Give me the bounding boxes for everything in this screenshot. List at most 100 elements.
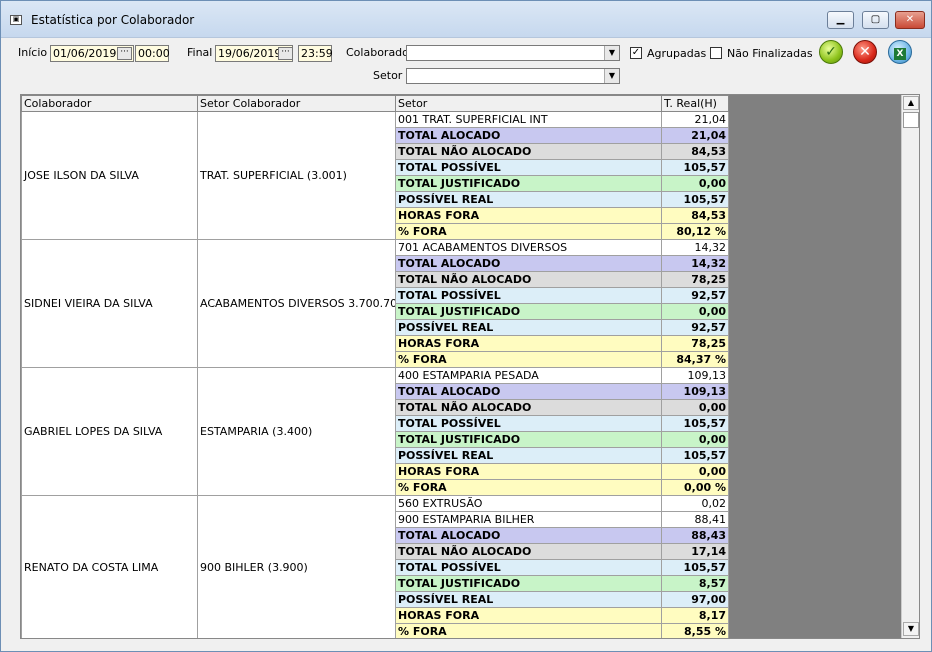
setor-cell[interactable]: POSSÍVEL REAL — [395, 191, 662, 208]
colaborador-cell[interactable]: RENATO DA COSTA LIMA — [21, 495, 198, 638]
setor-cell[interactable]: % FORA — [395, 479, 662, 496]
colaborador-cell[interactable]: SIDNEI VIEIRA DA SILVA — [21, 239, 198, 368]
t-real-cell[interactable]: 105,57 — [661, 415, 729, 432]
setor-cell[interactable]: TOTAL POSSÍVEL — [395, 415, 662, 432]
setor-cell[interactable]: HORAS FORA — [395, 335, 662, 352]
t-real-cell[interactable]: 8,17 — [661, 607, 729, 624]
t-real-cell[interactable]: 78,25 — [661, 335, 729, 352]
setor-cell[interactable]: TOTAL JUSTIFICADO — [395, 175, 662, 192]
t-real-cell[interactable]: 14,32 — [661, 239, 729, 256]
maximize-button[interactable]: ▢ — [862, 11, 889, 29]
final-time-field[interactable]: 23:59 — [298, 45, 333, 62]
t-real-cell[interactable]: 0,00 % — [661, 479, 729, 496]
t-real-cell[interactable]: 84,53 — [661, 207, 729, 224]
nao-finalizadas-checkbox[interactable] — [710, 47, 722, 59]
setor-cell[interactable]: 400 ESTAMPARIA PESADA — [395, 367, 662, 384]
cancel-x-icon[interactable]: ✕ — [853, 40, 877, 64]
setor-cell[interactable]: TOTAL POSSÍVEL — [395, 287, 662, 304]
scroll-down-icon[interactable]: ▼ — [903, 622, 919, 636]
inicio-date-picker-button[interactable]: ··· — [117, 47, 132, 60]
setor-cell[interactable]: 701 ACABAMENTOS DIVERSOS — [395, 239, 662, 256]
setor-colaborador-cell[interactable]: ESTAMPARIA (3.400) — [197, 367, 396, 496]
t-real-cell[interactable]: 14,32 — [661, 255, 729, 272]
t-real-cell[interactable]: 8,55 % — [661, 623, 729, 638]
setor-cell[interactable]: TOTAL NÃO ALOCADO — [395, 271, 662, 288]
t-real-cell[interactable]: 105,57 — [661, 447, 729, 464]
setor-cell[interactable]: TOTAL POSSÍVEL — [395, 159, 662, 176]
setor-cell[interactable]: TOTAL JUSTIFICADO — [395, 575, 662, 592]
setor-cell[interactable]: POSSÍVEL REAL — [395, 591, 662, 608]
t-real-cell[interactable]: 0,00 — [661, 175, 729, 192]
setor-cell[interactable]: TOTAL ALOCADO — [395, 255, 662, 272]
setor-cell[interactable]: TOTAL NÃO ALOCADO — [395, 543, 662, 560]
setor-cell[interactable]: TOTAL ALOCADO — [395, 527, 662, 544]
t-real-cell[interactable]: 105,57 — [661, 159, 729, 176]
setor-cell[interactable]: % FORA — [395, 223, 662, 240]
column-header-setor-colaborador[interactable]: Setor Colaborador — [197, 95, 396, 112]
chevron-down-icon[interactable]: ▼ — [604, 46, 619, 60]
setor-cell[interactable]: POSSÍVEL REAL — [395, 447, 662, 464]
setor-cell[interactable]: TOTAL JUSTIFICADO — [395, 303, 662, 320]
colaborador-cell[interactable]: GABRIEL LOPES DA SILVA — [21, 367, 198, 496]
setor-cell[interactable]: % FORA — [395, 351, 662, 368]
t-real-cell[interactable]: 105,57 — [661, 559, 729, 576]
t-real-cell[interactable]: 109,13 — [661, 383, 729, 400]
colaborador-select[interactable]: ▼ — [406, 45, 620, 61]
close-button[interactable]: ✕ — [895, 11, 925, 29]
setor-cell[interactable]: HORAS FORA — [395, 463, 662, 480]
t-real-cell[interactable]: 84,53 — [661, 143, 729, 160]
setor-cell[interactable]: 900 ESTAMPARIA BILHER — [395, 511, 662, 528]
agrupadas-checkbox[interactable]: ✓ — [630, 47, 642, 59]
setor-cell[interactable]: TOTAL ALOCADO — [395, 127, 662, 144]
setor-cell[interactable]: % FORA — [395, 623, 662, 638]
setor-colaborador-cell[interactable]: ACABAMENTOS DIVERSOS 3.700.701 — [197, 239, 396, 368]
t-real-cell[interactable]: 8,57 — [661, 575, 729, 592]
t-real-cell[interactable]: 0,00 — [661, 431, 729, 448]
inicio-time-field[interactable]: 00:00 — [135, 45, 170, 62]
t-real-cell[interactable]: 0,02 — [661, 495, 729, 512]
setor-cell[interactable]: TOTAL JUSTIFICADO — [395, 431, 662, 448]
column-header-t-real[interactable]: T. Real(H) — [661, 95, 729, 112]
setor-cell[interactable]: HORAS FORA — [395, 207, 662, 224]
t-real-cell[interactable]: 0,00 — [661, 303, 729, 320]
setor-cell[interactable]: POSSÍVEL REAL — [395, 319, 662, 336]
t-real-cell[interactable]: 88,41 — [661, 511, 729, 528]
setor-colaborador-cell[interactable]: 900 BIHLER (3.900) — [197, 495, 396, 638]
t-real-cell[interactable]: 88,43 — [661, 527, 729, 544]
confirm-check-icon[interactable]: ✓ — [819, 40, 843, 64]
setor-cell[interactable]: TOTAL NÃO ALOCADO — [395, 399, 662, 416]
column-header-setor[interactable]: Setor — [395, 95, 662, 112]
t-real-cell[interactable]: 105,57 — [661, 191, 729, 208]
vertical-scrollbar[interactable]: ▲ ▼ — [901, 95, 919, 638]
setor-cell[interactable]: TOTAL ALOCADO — [395, 383, 662, 400]
t-real-cell[interactable]: 0,00 — [661, 463, 729, 480]
t-real-cell[interactable]: 21,04 — [661, 127, 729, 144]
t-real-cell[interactable]: 109,13 — [661, 367, 729, 384]
t-real-cell[interactable]: 17,14 — [661, 543, 729, 560]
setor-cell[interactable]: TOTAL NÃO ALOCADO — [395, 143, 662, 160]
table-row[interactable]: GABRIEL LOPES DA SILVA ESTAMPARIA (3.400)… — [21, 367, 729, 496]
minimize-button[interactable]: ▁ — [827, 11, 854, 29]
colaborador-cell[interactable]: JOSE ILSON DA SILVA — [21, 111, 198, 240]
t-real-cell[interactable]: 84,37 % — [661, 351, 729, 368]
scroll-up-icon[interactable]: ▲ — [903, 96, 919, 110]
final-date-picker-button[interactable]: ··· — [278, 47, 293, 60]
t-real-cell[interactable]: 0,00 — [661, 399, 729, 416]
t-real-cell[interactable]: 92,57 — [661, 287, 729, 304]
t-real-cell[interactable]: 92,57 — [661, 319, 729, 336]
setor-select[interactable]: ▼ — [406, 68, 620, 84]
excel-export-icon[interactable]: X — [888, 40, 912, 64]
chevron-down-icon[interactable]: ▼ — [604, 69, 619, 83]
t-real-cell[interactable]: 97,00 — [661, 591, 729, 608]
setor-cell[interactable]: 560 EXTRUSÃO — [395, 495, 662, 512]
setor-cell[interactable]: HORAS FORA — [395, 607, 662, 624]
t-real-cell[interactable]: 21,04 — [661, 111, 729, 128]
table-row[interactable]: RENATO DA COSTA LIMA 900 BIHLER (3.900) 56… — [21, 495, 729, 638]
setor-cell[interactable]: 001 TRAT. SUPERFICIAL INT — [395, 111, 662, 128]
t-real-cell[interactable]: 78,25 — [661, 271, 729, 288]
setor-colaborador-cell[interactable]: TRAT. SUPERFICIAL (3.001) — [197, 111, 396, 240]
scroll-thumb[interactable] — [903, 112, 919, 128]
table-row[interactable]: JOSE ILSON DA SILVA TRAT. SUPERFICIAL (3.… — [21, 111, 729, 240]
column-header-colaborador[interactable]: Colaborador — [21, 95, 198, 112]
t-real-cell[interactable]: 80,12 % — [661, 223, 729, 240]
